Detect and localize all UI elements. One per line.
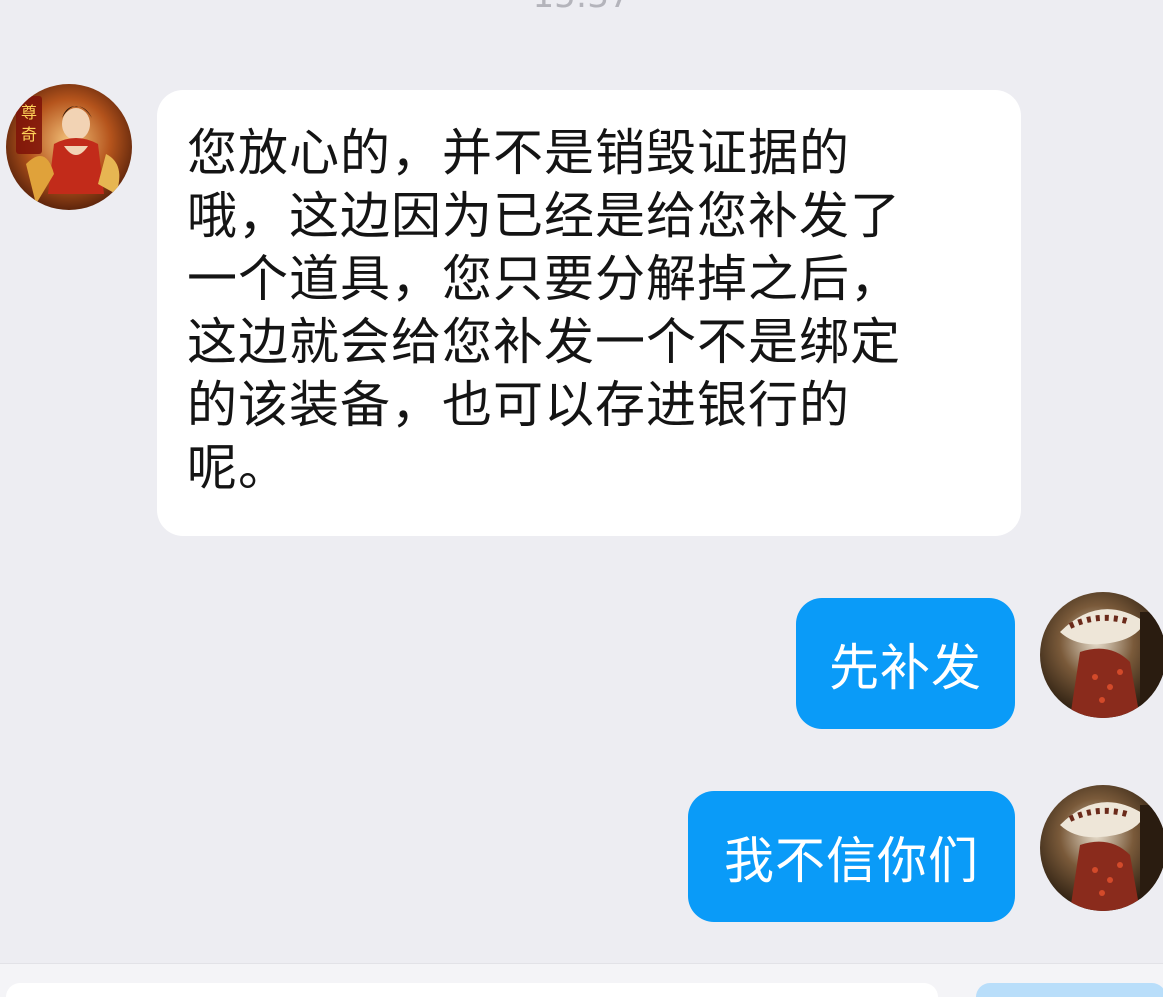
outgoing-message-text: 我不信你们 xyxy=(724,831,979,890)
outgoing-message-bubble[interactable]: 我不信你们 xyxy=(688,791,1015,922)
message-input[interactable] xyxy=(6,983,938,997)
svg-text:奇: 奇 xyxy=(21,125,37,144)
outgoing-message-text: 先补发 xyxy=(829,638,982,697)
agent-avatar-icon[interactable]: 尊 奇 xyxy=(6,84,132,210)
chat-screen: 15:37 尊 奇 您放心的，并不是销毁证据的哦，这边因为已经是给您补发 xyxy=(0,0,1163,997)
incoming-message-text: 您放心的，并不是销毁证据的哦，这边因为已经是给您补发了一个道具，您只要分解掉之后… xyxy=(187,124,901,497)
incoming-message-bubble[interactable]: 您放心的，并不是销毁证据的哦，这边因为已经是给您补发了一个道具，您只要分解掉之后… xyxy=(157,90,1021,536)
outgoing-message-bubble[interactable]: 先补发 xyxy=(796,598,1015,729)
svg-text:尊: 尊 xyxy=(21,103,37,122)
user-avatar-icon[interactable] xyxy=(1040,592,1163,718)
user-avatar-icon[interactable] xyxy=(1040,785,1163,911)
send-button[interactable] xyxy=(976,983,1163,997)
message-timestamp: 15:37 xyxy=(0,0,1163,16)
